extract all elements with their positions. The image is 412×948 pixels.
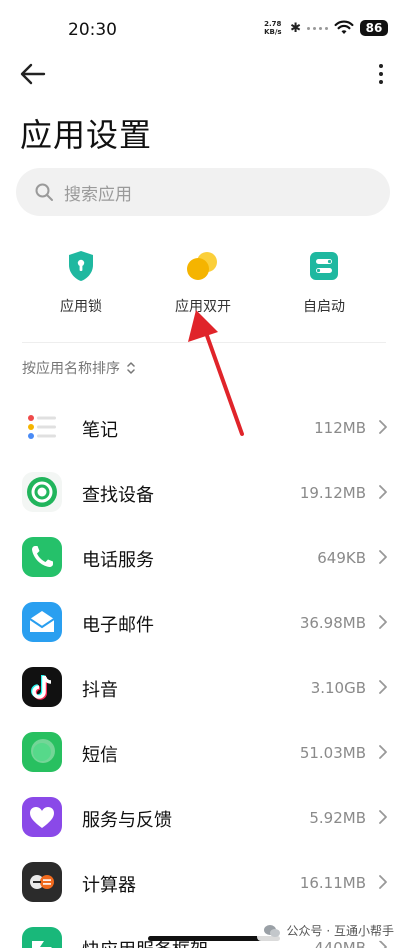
dual-apps-label: 应用双开 bbox=[175, 299, 231, 315]
autostart-icon bbox=[304, 246, 344, 286]
app-list-item[interactable]: 服务与反馈 5.92MB bbox=[0, 785, 412, 850]
app-lock-label: 应用锁 bbox=[60, 299, 102, 315]
app-name: 服务与反馈 bbox=[82, 810, 172, 831]
autostart-label: 自启动 bbox=[303, 299, 345, 315]
watermark-text: 公众号 · 互通小帮手 bbox=[286, 924, 394, 938]
app-size: 36.98MB bbox=[299, 614, 366, 632]
net-speed-value: 2.78 bbox=[264, 20, 282, 28]
app-name: 抖音 bbox=[82, 680, 118, 701]
bluetooth-icon: ✱ bbox=[290, 20, 301, 36]
chevron-right-icon bbox=[379, 810, 387, 824]
feedback-icon bbox=[22, 797, 62, 837]
app-size: 3.10GB bbox=[310, 679, 366, 697]
app-name: 计算器 bbox=[82, 875, 136, 896]
sort-label: 按应用名称排序 bbox=[22, 361, 120, 377]
battery-indicator: 86 bbox=[360, 20, 388, 36]
app-list-item[interactable]: 查找设备 19.12MB bbox=[0, 460, 412, 525]
app-name: 电子邮件 bbox=[82, 615, 154, 636]
chevron-right-icon bbox=[379, 745, 387, 759]
status-time: 20:30 bbox=[68, 20, 117, 40]
page-title: 应用设置 bbox=[20, 116, 153, 154]
app-name: 笔记 bbox=[82, 420, 118, 441]
divider bbox=[22, 342, 386, 343]
watermark: 公众号 · 互通小帮手 bbox=[256, 920, 400, 941]
search-bar[interactable]: 搜索应用 bbox=[16, 168, 390, 216]
app-size: 649KB bbox=[317, 549, 366, 567]
app-list-item[interactable]: 短信 51.03MB bbox=[0, 720, 412, 785]
app-list-item[interactable]: 电话服务 649KB bbox=[0, 525, 412, 590]
wechat-logo-icon bbox=[263, 924, 280, 937]
chevron-right-icon bbox=[379, 420, 387, 434]
chevron-right-icon bbox=[379, 615, 387, 629]
chevron-right-icon bbox=[379, 680, 387, 694]
email-icon bbox=[22, 602, 62, 642]
notes-icon bbox=[22, 407, 62, 447]
chevron-right-icon bbox=[379, 875, 387, 889]
sms-icon bbox=[22, 732, 62, 772]
app-name: 查找设备 bbox=[82, 485, 154, 506]
quick-app-icon bbox=[22, 927, 62, 948]
search-placeholder: 搜索应用 bbox=[64, 184, 132, 205]
dual-app-icon bbox=[183, 246, 223, 286]
chevron-right-icon bbox=[379, 550, 387, 564]
signal-icon bbox=[307, 26, 328, 30]
app-size: 16.11MB bbox=[299, 874, 366, 892]
app-size: 51.03MB bbox=[299, 744, 366, 762]
net-speed-unit: KB/s bbox=[264, 28, 282, 36]
status-icons: 2.78 KB/s ✱ 86 bbox=[264, 20, 388, 36]
shield-lock-icon bbox=[61, 246, 101, 286]
calculator-icon bbox=[22, 862, 62, 902]
app-list: 笔记 112MB 查找设备 19.12MB 电话服务 649KB 电子邮件 36… bbox=[0, 395, 412, 948]
app-size: 112MB bbox=[314, 419, 366, 437]
wifi-icon bbox=[334, 20, 354, 34]
app-size: 19.12MB bbox=[299, 484, 366, 502]
app-lock-button[interactable]: 应用锁 bbox=[21, 240, 141, 316]
app-name: 短信 bbox=[82, 745, 118, 766]
quick-actions: 应用锁 应用双开 自启动 bbox=[0, 240, 412, 320]
app-list-item[interactable]: 抖音 3.10GB bbox=[0, 655, 412, 720]
app-list-item[interactable]: 计算器 16.11MB bbox=[0, 850, 412, 915]
search-icon bbox=[35, 183, 53, 201]
app-list-item[interactable]: 电子邮件 36.98MB bbox=[0, 590, 412, 655]
dual-apps-button[interactable]: 应用双开 bbox=[143, 240, 263, 316]
douyin-icon bbox=[22, 667, 62, 707]
autostart-button[interactable]: 自启动 bbox=[264, 240, 384, 316]
chevron-right-icon bbox=[379, 485, 387, 499]
app-name: 电话服务 bbox=[82, 550, 154, 571]
more-options-icon[interactable] bbox=[376, 60, 386, 88]
app-size: 5.92MB bbox=[309, 809, 366, 827]
sort-chevron-icon bbox=[127, 362, 135, 374]
network-speed: 2.78 KB/s bbox=[264, 20, 284, 36]
status-bar: 20:30 2.78 KB/s ✱ 86 bbox=[0, 0, 412, 62]
back-arrow-icon[interactable] bbox=[18, 60, 48, 88]
app-list-item[interactable]: 笔记 112MB bbox=[0, 395, 412, 460]
sort-selector[interactable]: 按应用名称排序 bbox=[22, 358, 136, 378]
find-device-icon bbox=[22, 472, 62, 512]
phone-icon bbox=[22, 537, 62, 577]
